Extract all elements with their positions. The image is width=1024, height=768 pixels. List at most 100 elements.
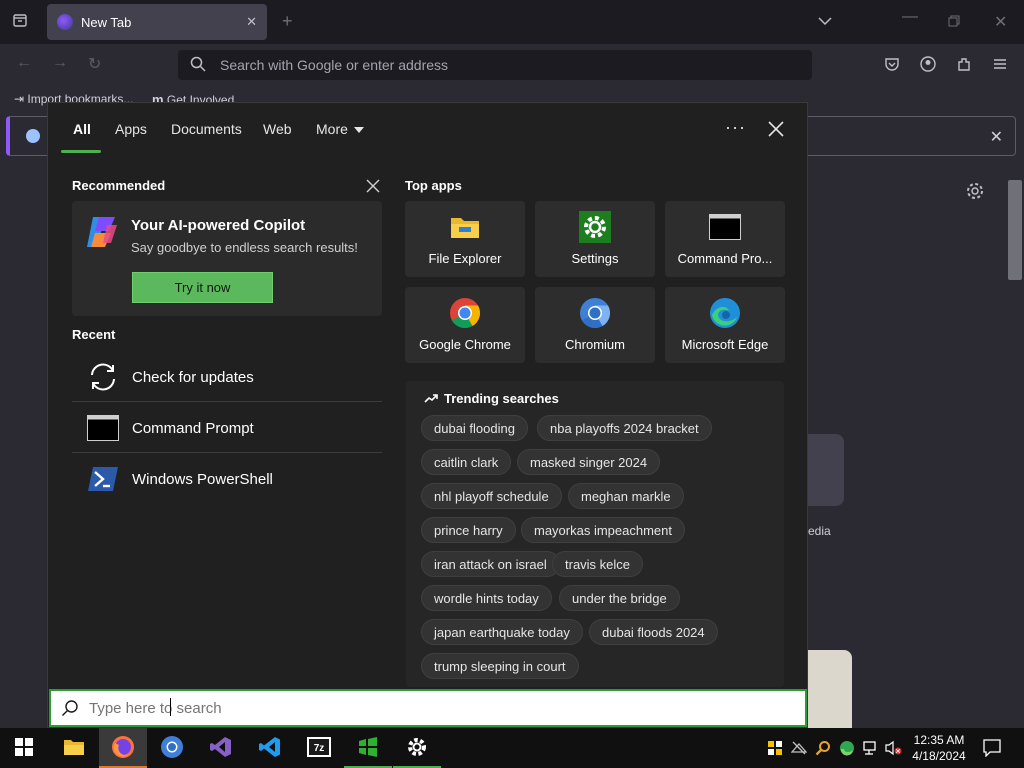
taskbar-vscode[interactable] xyxy=(246,728,294,768)
taskbar-7zip[interactable]: 7z xyxy=(295,728,343,768)
taskbar: 7z 12:35 AM 4/18/2024 xyxy=(0,728,1024,768)
banner-close-icon[interactable]: ✕ xyxy=(990,127,1003,147)
search-nav: All Apps Documents Web More ··· xyxy=(48,103,809,155)
hamburger-menu-icon[interactable] xyxy=(992,56,1008,77)
app-tile-google-chrome[interactable]: Google Chrome xyxy=(405,287,525,363)
trending-title: Trending searches xyxy=(444,391,559,406)
windows-search-panel: All Apps Documents Web More ··· Recommen… xyxy=(47,102,808,728)
trending-chip[interactable]: prince harry xyxy=(421,517,516,543)
clock-time: 12:35 AM xyxy=(913,733,965,747)
windows-app-icon xyxy=(357,736,379,761)
window-close-icon[interactable]: ✕ xyxy=(994,12,1007,32)
chrome-icon xyxy=(449,297,481,329)
more-options-icon[interactable]: ··· xyxy=(725,117,746,138)
tab-list-icon[interactable] xyxy=(12,12,28,33)
app-tile-microsoft-edge[interactable]: Microsoft Edge xyxy=(665,287,785,363)
tab-apps[interactable]: Apps xyxy=(115,121,147,137)
tray-search-icon[interactable] xyxy=(815,740,831,756)
tray-network-icon[interactable] xyxy=(863,740,879,756)
shortcut-tile[interactable] xyxy=(808,434,844,506)
app-tile-settings[interactable]: Settings xyxy=(535,201,655,277)
recent-item-label: Check for updates xyxy=(132,368,254,386)
tab-more[interactable]: More xyxy=(316,121,364,137)
app-tile-command-prompt[interactable]: Command Pro... xyxy=(665,201,785,277)
browser-tab-new-tab[interactable]: New Tab ✕ xyxy=(47,4,267,40)
restore-icon[interactable] xyxy=(948,14,960,32)
taskbar-firefox[interactable] xyxy=(99,728,147,768)
close-icon[interactable] xyxy=(766,119,786,139)
notification-icon[interactable] xyxy=(983,739,1001,758)
trending-chip[interactable]: iran attack on israel xyxy=(421,551,560,577)
copilot-subtitle: Say goodbye to endless search results! xyxy=(131,240,358,255)
tray-volume-muted-icon[interactable] xyxy=(885,740,902,756)
tab-close-icon[interactable]: ✕ xyxy=(246,14,257,30)
trending-chip[interactable]: dubai floods 2024 xyxy=(589,619,718,645)
try-it-now-button[interactable]: Try it now xyxy=(132,272,273,303)
settings-gear-icon xyxy=(406,736,428,761)
trending-chip[interactable]: dubai flooding xyxy=(421,415,528,441)
trending-chip[interactable]: travis kelce xyxy=(552,551,644,577)
recommended-dismiss-icon[interactable] xyxy=(366,179,380,193)
trending-chip[interactable]: meghan markle xyxy=(568,483,684,509)
active-tab-indicator xyxy=(61,150,101,153)
app-tile-label: Google Chrome xyxy=(419,337,511,352)
recent-heading: Recent xyxy=(72,327,116,342)
trending-chip[interactable]: nhl playoff schedule xyxy=(421,483,562,509)
recent-item-windows-powershell[interactable]: Windows PowerShell xyxy=(72,454,382,504)
chevron-down-icon[interactable] xyxy=(818,13,832,31)
account-icon[interactable] xyxy=(920,56,936,77)
minimize-icon[interactable]: — xyxy=(902,8,918,26)
search-input[interactable] xyxy=(89,699,769,717)
tab-all[interactable]: All xyxy=(73,121,91,137)
trending-heading: Trending searches xyxy=(424,391,559,406)
back-arrow-icon[interactable]: ← xyxy=(16,54,32,72)
clock-date: 4/18/2024 xyxy=(912,749,966,763)
settings-gear-icon[interactable] xyxy=(966,182,984,203)
taskbar-file-explorer[interactable] xyxy=(50,728,98,768)
tray-app-icon[interactable] xyxy=(767,740,783,756)
7zip-icon: 7z xyxy=(307,736,331,760)
trending-chip[interactable]: mayorkas impeachment xyxy=(521,517,685,543)
url-bar[interactable]: Search with Google or enter address xyxy=(178,50,812,80)
tray-edge-icon[interactable] xyxy=(839,740,855,756)
trending-chip[interactable]: caitlin clark xyxy=(421,449,512,475)
extensions-icon[interactable] xyxy=(956,56,972,77)
app-tile-file-explorer[interactable]: File Explorer xyxy=(405,201,525,277)
forward-arrow-icon[interactable]: → xyxy=(52,54,68,72)
recent-item-check-for-updates[interactable]: Check for updates xyxy=(72,352,382,402)
trending-chip[interactable]: trump sleeping in court xyxy=(421,653,579,679)
trending-searches-panel: Trending searches dubai flooding nba pla… xyxy=(406,381,784,687)
chrome-icon xyxy=(160,735,184,762)
app-tile-chromium[interactable]: Chromium xyxy=(535,287,655,363)
tab-title: New Tab xyxy=(81,14,132,30)
shortcut-tile-2[interactable] xyxy=(808,650,852,730)
copilot-card: Your AI-powered Copilot Say goodbye to e… xyxy=(72,201,382,316)
reload-icon[interactable]: ↻ xyxy=(88,54,101,74)
trending-chip[interactable]: masked singer 2024 xyxy=(517,449,661,475)
taskbar-visual-studio[interactable] xyxy=(197,728,245,768)
tab-more-label: More xyxy=(316,121,348,137)
search-icon xyxy=(61,699,79,717)
info-icon xyxy=(26,129,40,143)
tab-web[interactable]: Web xyxy=(263,121,292,137)
taskbar-search-box[interactable] xyxy=(49,689,807,727)
text-cursor xyxy=(170,698,174,716)
trending-chip[interactable]: under the bridge xyxy=(559,585,680,611)
app-tile-label: File Explorer xyxy=(428,251,502,266)
recent-item-command-prompt[interactable]: Command Prompt xyxy=(72,403,382,453)
clock[interactable]: 12:35 AM 4/18/2024 xyxy=(904,732,974,764)
trending-chip[interactable]: nba playoffs 2024 bracket xyxy=(537,415,712,441)
settings-gear-icon xyxy=(579,211,611,243)
page-scrollbar[interactable] xyxy=(1008,180,1022,280)
tray-network-off-icon[interactable] xyxy=(790,740,808,756)
new-tab-plus-icon[interactable]: + xyxy=(282,11,293,32)
taskbar-chrome[interactable] xyxy=(148,728,196,768)
trending-chip[interactable]: japan earthquake today xyxy=(421,619,583,645)
taskbar-settings[interactable] xyxy=(393,728,441,768)
start-button[interactable] xyxy=(0,728,48,768)
taskbar-app-green[interactable] xyxy=(344,728,392,768)
tab-documents[interactable]: Documents xyxy=(171,121,242,137)
trending-chip[interactable]: wordle hints today xyxy=(421,585,552,611)
pocket-icon[interactable] xyxy=(884,56,900,77)
recommended-heading: Recommended xyxy=(72,178,166,193)
